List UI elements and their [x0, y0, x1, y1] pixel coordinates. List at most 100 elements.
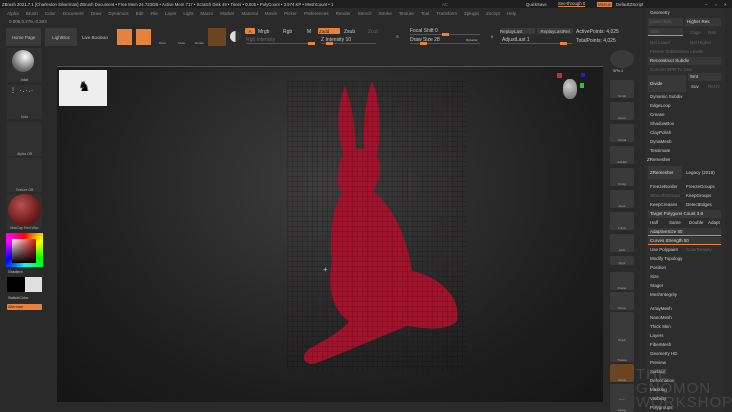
color-density-slider[interactable]: ColorDensity: [686, 247, 712, 252]
dynamic-toggle[interactable]: Dynamic: [466, 38, 478, 42]
del-higher-button[interactable]: Del Higher: [690, 40, 711, 45]
shadowbox-item[interactable]: ShadowBox: [650, 121, 674, 126]
zsub-toggle[interactable]: Zsub: [344, 29, 355, 35]
meshintegrity-item[interactable]: MeshIntegrity: [650, 292, 677, 297]
rgb-toggle[interactable]: Rgb: [283, 29, 292, 35]
zremesher-button[interactable]: ZRemesher: [648, 166, 682, 179]
brush-slot[interactable]: Inflat: [7, 48, 42, 82]
nanomesh-item[interactable]: NanoMesh: [650, 315, 672, 320]
zadd-toggle[interactable]: Zadd: [318, 28, 340, 34]
dynamic-subdiv-item[interactable]: Dynamic Subdiv: [650, 94, 683, 99]
reconstruct-subdiv-button[interactable]: Reconstruct Subdiv: [648, 57, 721, 65]
freeze-groups-toggle[interactable]: FreezeGroups: [686, 184, 715, 189]
ghost-button[interactable]: Ghost: [610, 364, 634, 382]
menu-item[interactable]: Marker: [220, 11, 234, 16]
sphere-render-icon[interactable]: [610, 50, 634, 68]
modify-topology-item[interactable]: Modify Topology: [650, 256, 682, 261]
secondary-color-swatch[interactable]: [25, 277, 42, 292]
menu-item[interactable]: Light: [183, 11, 193, 16]
zoom-button[interactable]: Zoom: [610, 102, 634, 120]
primary-color-swatch[interactable]: [7, 277, 25, 292]
document-canvas[interactable]: ♞ +: [57, 66, 603, 402]
freeze-border-toggle[interactable]: FreezeBorder: [650, 184, 678, 189]
visibility-item[interactable]: Visibility: [650, 396, 666, 401]
keep-groups-toggle[interactable]: KeepGroups: [686, 193, 711, 198]
menu-item[interactable]: Zplugin: [464, 11, 479, 16]
smooth-groups-slider[interactable]: SmoothGroups: [650, 193, 680, 198]
rstr-button[interactable]: Rstr: [708, 30, 716, 35]
menu-item[interactable]: File: [151, 11, 158, 16]
color-square[interactable]: [12, 239, 36, 263]
quicksave-button[interactable]: QuickSave: [526, 2, 547, 7]
edit-button[interactable]: Edit: [117, 29, 132, 45]
reuv-toggle[interactable]: ReUV: [708, 84, 720, 89]
convert-bpr-button[interactable]: Convert BPR To Geo: [650, 67, 692, 72]
maximize-icon[interactable]: ▫: [715, 2, 717, 7]
geometry-header[interactable]: Geometry: [650, 10, 670, 15]
scroll-button[interactable]: Scroll: [610, 80, 634, 98]
see-through-slider[interactable]: See-through 0: [558, 1, 586, 7]
menu-item[interactable]: Help: [507, 11, 516, 16]
curves-strength-slider[interactable]: Curves Strength 50: [648, 237, 721, 245]
masking-item[interactable]: Masking: [650, 387, 667, 392]
menu-item[interactable]: Stroke: [378, 11, 391, 16]
replay-last-button[interactable]: ReplayLast: [500, 28, 535, 34]
menu-item[interactable]: Document: [63, 11, 84, 16]
crease-item[interactable]: Crease: [650, 112, 665, 117]
menu-item[interactable]: Draw: [91, 11, 102, 16]
position-item[interactable]: Position: [650, 265, 666, 270]
move-button[interactable]: Move: [155, 29, 170, 45]
home-page-button[interactable]: Home Page: [6, 28, 41, 46]
higher-res-button[interactable]: Higher Res: [685, 18, 721, 26]
menus-button[interactable]: Menus: [597, 1, 612, 7]
draw-button[interactable]: Draw: [136, 29, 151, 45]
zcut-toggle[interactable]: Zcut: [368, 29, 378, 35]
texture-slot[interactable]: Texture Off: [7, 158, 42, 192]
smt-toggle[interactable]: Smt: [688, 73, 721, 81]
transp-button[interactable]: Transp: [610, 344, 634, 362]
sphere-icon[interactable]: [230, 31, 241, 42]
preview-item[interactable]: Preview: [650, 360, 666, 365]
live-boolean-button[interactable]: Live Boolean: [78, 28, 112, 46]
alternate-button[interactable]: Alternate: [7, 304, 42, 310]
menu-item[interactable]: Dynamics: [108, 11, 128, 16]
move-view-button[interactable]: Move: [610, 292, 634, 310]
menu-item[interactable]: Macro: [200, 11, 213, 16]
lightbox-button[interactable]: LightBox: [45, 28, 77, 46]
divide-button[interactable]: Divide: [648, 75, 686, 92]
close-icon[interactable]: ×: [724, 2, 727, 7]
focal-shift-track[interactable]: [410, 33, 480, 36]
menu-item[interactable]: Preferences: [304, 11, 329, 16]
menu-item[interactable]: Movie: [265, 11, 277, 16]
menu-item[interactable]: Layer: [165, 11, 177, 16]
menu-item[interactable]: Texture: [399, 11, 414, 16]
material-slot[interactable]: MatCap Red Wax: [7, 194, 42, 230]
rgb-intensity-track[interactable]: [246, 42, 315, 45]
del-lower-button[interactable]: Del Lower: [650, 40, 670, 45]
menu-item[interactable]: Tool: [421, 11, 429, 16]
surface-item[interactable]: Surface: [650, 369, 666, 374]
thick-skin-item[interactable]: Thick Skin: [650, 324, 671, 329]
claypolish-item[interactable]: ClayPolish: [650, 130, 671, 135]
deformation-item[interactable]: Deformation: [650, 378, 675, 383]
arraymesh-item[interactable]: ArrayMesh: [650, 306, 672, 311]
adaptive-size-slider[interactable]: AdaptiveSize 50: [648, 228, 721, 236]
navigator-thumbnail[interactable]: ♞: [59, 70, 107, 106]
replay-last-rel-button[interactable]: ReplayLastRel: [537, 28, 573, 34]
bunny-mesh[interactable]: [287, 81, 467, 371]
draw-size-track[interactable]: [410, 42, 480, 45]
material-swatch[interactable]: [208, 28, 226, 46]
stroke-slot[interactable]: ⋮ ·.·.· Dots: [7, 85, 42, 119]
tessimate-item[interactable]: Tessimate: [650, 148, 670, 153]
menu-item[interactable]: Picker: [284, 11, 297, 16]
keep-creases-toggle[interactable]: KeepCreases: [650, 202, 677, 207]
orientation-head-gizmo[interactable]: [557, 73, 585, 107]
persp-button[interactable]: Persp: [610, 168, 634, 186]
layers-item[interactable]: Layers: [650, 333, 664, 338]
legacy-button[interactable]: Legacy (2018): [686, 170, 715, 175]
floor-button[interactable]: Floor: [610, 190, 634, 208]
a-toggle[interactable]: A: [245, 28, 255, 34]
aahalf-button[interactable]: AAHalf: [610, 146, 634, 164]
lsym-button[interactable]: L.Sym: [610, 212, 634, 230]
target-polygons-slider[interactable]: Target Polygons Count 3.8: [648, 210, 721, 218]
